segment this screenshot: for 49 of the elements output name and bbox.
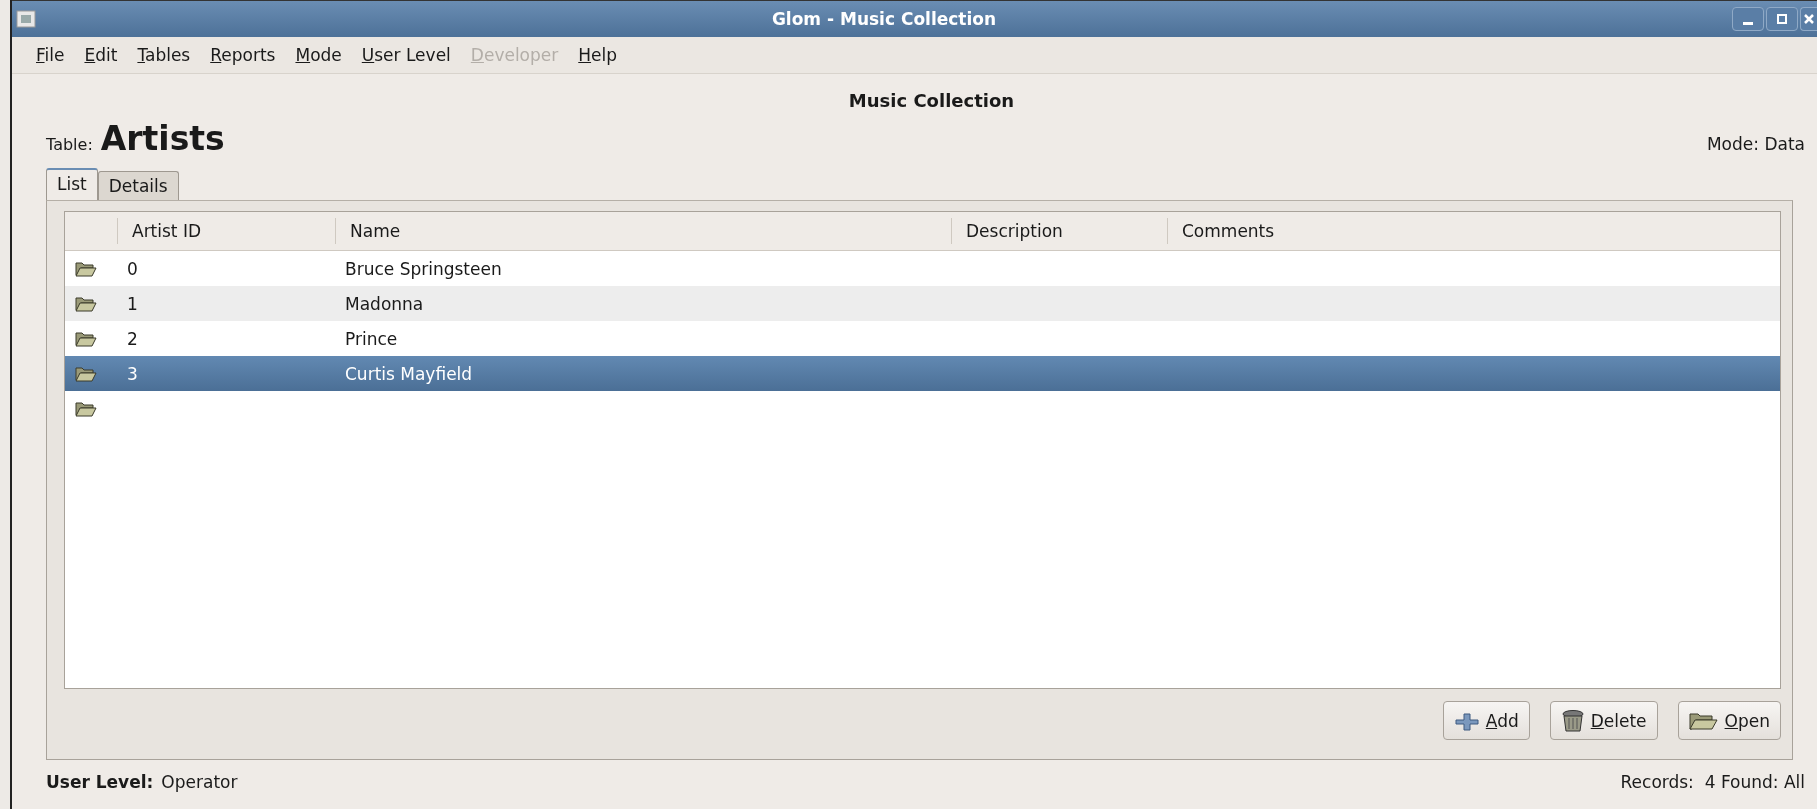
table-label: Table: (46, 135, 93, 154)
open-button[interactable]: Open (1677, 701, 1781, 740)
table-cell-text: Curtis Mayfield (344, 363, 474, 384)
close-icon (1803, 13, 1815, 25)
records-count: Records: 4 Found: All (1620, 772, 1805, 792)
close-button[interactable] (1800, 7, 1817, 31)
database-title: Music Collection (847, 90, 1016, 111)
menu-item[interactable]: User Level (351, 41, 461, 69)
folder-icon (1688, 710, 1719, 731)
menu-item[interactable]: Tables (127, 41, 201, 69)
table-cell-text: 2 (126, 328, 139, 349)
table-row[interactable]: 1 Madonna (65, 286, 1780, 321)
table-name: Artists (100, 119, 225, 158)
folder-icon (75, 295, 97, 312)
column-header[interactable]: Name (335, 218, 951, 244)
table-cell-text: 1 (126, 293, 139, 314)
delete-button[interactable]: Delete (1549, 701, 1658, 740)
table-cell-text: Bruce Springsteen (344, 258, 503, 279)
maximize-icon (1776, 13, 1788, 25)
tab[interactable]: List (46, 168, 98, 200)
column-header[interactable]: Comments (1167, 218, 1780, 244)
folder-icon (75, 260, 97, 277)
app-icon (16, 10, 36, 28)
table-cell-text: Prince (344, 328, 399, 349)
table-row[interactable]: 3 Curtis Mayfield (65, 356, 1780, 391)
folder-icon (75, 400, 97, 417)
mode-label: Mode: Data (1706, 134, 1805, 154)
trash-can-icon (1560, 708, 1585, 733)
add-button[interactable]: Add (1442, 701, 1530, 740)
table-cell-text: Madonna (344, 293, 425, 314)
table-cell-text: 0 (126, 258, 139, 279)
plus-icon (1453, 710, 1480, 731)
user-level-value: Operator (161, 772, 238, 792)
maximize-button[interactable] (1766, 7, 1798, 31)
menu-item[interactable]: File (26, 41, 75, 69)
menu-item[interactable]: Mode (285, 41, 352, 69)
status-label: User Level: (46, 772, 154, 792)
tab[interactable]: Details (97, 171, 179, 200)
column-header[interactable]: Description (951, 218, 1167, 244)
menu-item[interactable]: Edit (74, 41, 128, 69)
menu-item[interactable]: Reports (200, 41, 286, 69)
menu-item[interactable]: Help (568, 41, 628, 69)
minimize-button[interactable] (1732, 7, 1764, 31)
window-title: Glom - Music Collection (770, 9, 998, 29)
folder-icon (75, 330, 97, 347)
table-cell-text: 3 (126, 363, 139, 384)
folder-icon (75, 365, 97, 382)
column-header[interactable]: Artist ID (117, 218, 335, 244)
minimize-icon (1743, 21, 1753, 25)
